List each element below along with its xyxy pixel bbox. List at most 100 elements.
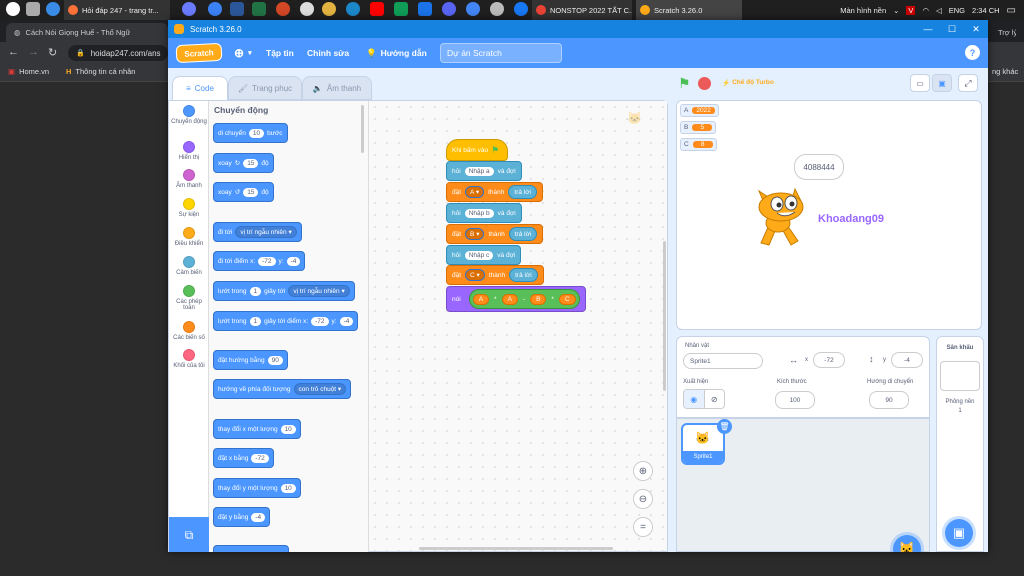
block-input[interactable]: 10 [280,424,296,434]
browser-tab-right[interactable]: Trợ lý kh [990,23,1024,42]
zoom-out-button[interactable]: ⊖ [633,489,653,509]
category-motion[interactable]: Chuyển động [169,105,209,125]
variable-monitor-a[interactable]: A 2022 [680,104,719,117]
stage-canvas[interactable]: A 2022 B5 C8 4088444 Khoadang09 [676,100,982,330]
category-operators[interactable]: Các phép toán [169,285,209,311]
block-input[interactable]: 90 [267,355,283,365]
taskbar-tab-scratch[interactable]: Scratch 3.26.0 [636,0,742,20]
block-input[interactable]: -4 [339,316,354,326]
category-my-blocks[interactable]: Khối của tôi [169,349,209,369]
chrome-app-icon[interactable] [6,2,20,16]
block-input[interactable]: -4 [286,256,301,266]
close-button[interactable]: ✕ [964,20,988,38]
tab-code[interactable]: ≡ Code [172,76,228,100]
excel-icon[interactable] [252,2,266,16]
block-change-y[interactable]: thay đổi y một lượng 10 [213,478,301,498]
eye-off-icon[interactable]: ⊘ [703,390,725,408]
block-dropdown[interactable]: vị trí ngẫu nhiên ▾ [235,226,297,238]
stage-thumbnail[interactable] [940,361,980,391]
variable-reporter[interactable]: C [558,293,576,305]
stage-target-panel[interactable]: Sân khấu Phông nền 1 ▣ [936,336,984,552]
bookmark-item-other[interactable]: ng khác [992,67,1018,76]
block-input[interactable]: 10 [280,483,296,493]
app-icon[interactable] [300,2,314,16]
block-set-variable[interactable]: đặt B ▾ thành trả lời [446,224,544,244]
app-icon[interactable] [490,2,504,16]
block-turn-left[interactable]: xoay ↺ 15 độ [213,182,274,202]
block-change-x[interactable]: thay đổi x một lượng 10 [213,419,301,439]
app-icon[interactable] [466,2,480,16]
app-icon[interactable] [346,2,360,16]
category-variables[interactable]: Các biến số [169,321,209,341]
taskbar-tab-hoidap[interactable]: Hỏi đáp 247 - trang tr... [64,0,170,20]
word-icon[interactable] [230,2,244,16]
block-ask[interactable]: hỏi Nhập a và đợi [446,161,522,181]
block-input[interactable]: -72 [311,316,329,326]
maximize-button[interactable]: ☐ [940,20,964,38]
block-input[interactable]: Nhập b [464,208,494,218]
block-input[interactable]: -72 [251,453,269,463]
wifi-icon[interactable]: ◠ [922,6,929,15]
tab-sounds[interactable]: 🔈 Âm thanh [302,76,372,100]
small-stage-button[interactable]: ▭ [910,74,930,92]
block-input[interactable]: -72 [258,256,276,266]
add-extension-button[interactable]: ⧉ [169,517,209,552]
block-turn-right[interactable]: xoay ↻ 15 độ [213,153,274,173]
green-flag-button[interactable]: ⚑ [678,75,691,92]
variable-reporter[interactable]: A [472,293,490,305]
block-set-x[interactable]: đặt x bằng -72 [213,448,274,468]
scratch-logo[interactable]: Scratch [175,42,223,64]
add-backdrop-button[interactable]: ▣ [945,519,973,547]
zoom-reset-button[interactable]: = [633,517,653,537]
block-dropdown[interactable]: vị trí ngẫu nhiên ▾ [288,285,350,297]
taskbar-tab-nonstop[interactable]: NONSTOP 2022 TẤT C... [532,0,632,20]
app-icon[interactable] [276,2,290,16]
block-goto-xy[interactable]: đi tới điểm x: -72 y: -4 [213,251,306,271]
bookmark-item[interactable]: H Thông tin cá nhân [66,67,135,76]
block-input[interactable]: 1 [249,316,262,326]
eye-icon[interactable]: ◉ [684,390,704,408]
block-set-variable[interactable]: đặt C ▾ thành trả lời [446,265,544,285]
category-sound[interactable]: Âm thanh [169,169,209,189]
messenger-icon[interactable] [208,2,222,16]
app-icon[interactable] [418,2,432,16]
block-glide[interactable]: lướt trong 1 giây tới vị trí ngẫu nhiên ▾ [213,281,355,301]
block-point-direction[interactable]: đặt hướng bằng 90 [213,350,288,370]
facebook-icon[interactable] [514,2,528,16]
block-input[interactable]: 15 [243,158,259,168]
tutorials-menu[interactable]: 💡 Hướng dẫn [366,38,427,68]
block-input[interactable]: 15 [243,187,259,197]
sprite-name-input[interactable]: Sprite1 [683,353,763,369]
block-ask[interactable]: hỏi Nhập b và đợi [446,203,522,223]
workspace-horizontal-scrollbar[interactable] [419,547,613,550]
delete-sprite-button[interactable]: 🗑 [717,419,732,434]
forward-icon[interactable]: → [28,46,39,58]
clock[interactable]: 2:34 CH [972,6,1000,15]
notification-icon[interactable]: ▭ [1007,5,1016,16]
volume-icon[interactable]: ◁ [936,6,942,15]
category-looks[interactable]: Hiển thị [169,141,209,161]
operator-expression[interactable]: A * A - B * C [468,289,580,309]
url-field[interactable]: 🔒 hoidap247.com/ans [68,45,168,61]
block-when-flag-clicked[interactable]: Khi bấm vào ⚑ [446,139,508,161]
block-point-towards[interactable]: hướng về phía đối tượng con trỏ chuột ▾ [213,379,352,399]
block-input[interactable]: 10 [248,128,265,138]
workspace-vertical-scrollbar[interactable] [663,241,666,391]
block-ask[interactable]: hỏi Nhập c và đợi [446,245,522,265]
scratch-cat-sprite[interactable] [751,185,811,251]
zoom-in-button[interactable]: ⊕ [633,461,653,481]
block-say[interactable]: nói A * A - B * C [446,286,586,312]
category-events[interactable]: Sự kiện [169,198,209,218]
block-input[interactable]: Nhập c [464,250,494,260]
variable-dropdown[interactable]: C ▾ [465,269,485,281]
fullscreen-button[interactable]: ⤢ [958,74,978,92]
tab-costumes[interactable]: 🖌 Trang phục [228,76,302,100]
variable-monitor-c[interactable]: C8 [680,138,717,151]
variable-dropdown[interactable]: B ▾ [465,228,485,240]
palette-scrollbar[interactable] [361,105,364,153]
y-input[interactable]: -4 [891,352,923,368]
block-glide-xy[interactable]: lướt trong 1 giây tới điểm x: -72 y: -4 [213,311,359,331]
chevron-down-icon[interactable]: ⌄ [893,6,899,15]
block-input[interactable]: Nhập a [464,166,494,176]
variable-reporter[interactable]: A [501,293,518,305]
